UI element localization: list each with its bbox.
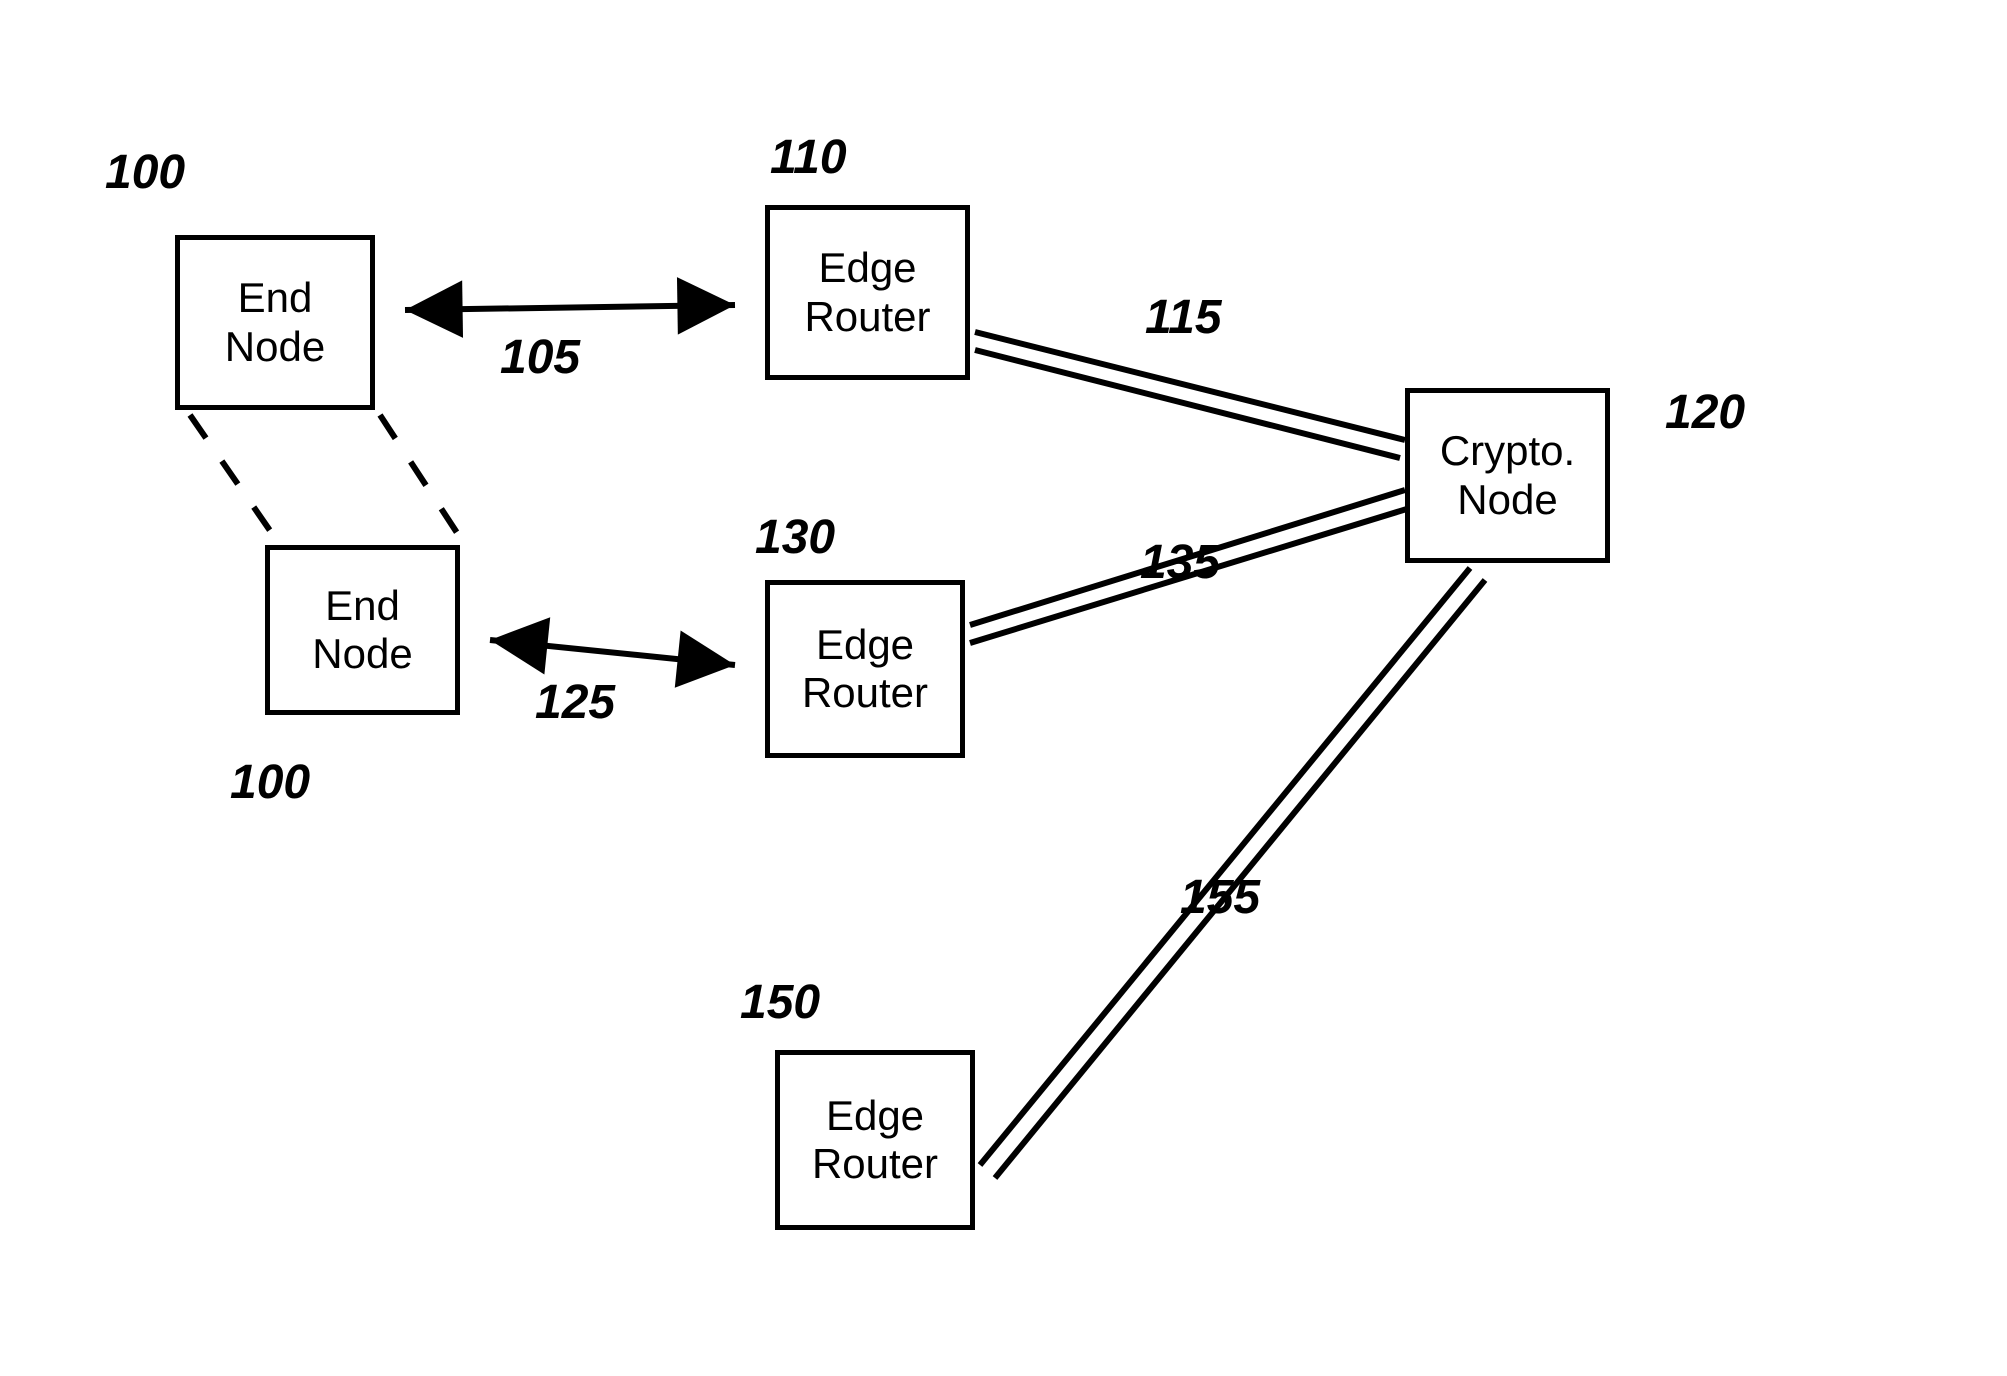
edge-router-3: EdgeRouter <box>775 1050 975 1230</box>
ref-105: 105 <box>500 330 580 385</box>
dashed-link-endnodes-2 <box>380 415 465 545</box>
end-node-1: EndNode <box>175 235 375 410</box>
ref-150: 150 <box>740 975 820 1030</box>
link-115 <box>975 332 1405 458</box>
ref-100b: 100 <box>230 755 310 810</box>
ref-120: 120 <box>1665 385 1745 440</box>
ref-115: 115 <box>1145 290 1222 345</box>
link-125 <box>490 640 735 665</box>
end-node-2-label: EndNode <box>312 582 412 679</box>
end-node-2: EndNode <box>265 545 460 715</box>
link-105 <box>405 305 735 310</box>
dashed-link-endnodes <box>190 415 280 545</box>
crypto-node: Crypto.Node <box>1405 388 1610 563</box>
ref-130: 130 <box>755 510 835 565</box>
edge-router-2: EdgeRouter <box>765 580 965 758</box>
ref-135: 135 <box>1140 535 1220 590</box>
crypto-node-label: Crypto.Node <box>1440 427 1575 524</box>
ref-125: 125 <box>535 675 615 730</box>
end-node-1-label: EndNode <box>225 274 325 371</box>
ref-100a: 100 <box>105 145 185 200</box>
edge-router-2-label: EdgeRouter <box>802 621 928 718</box>
diagram-canvas: EndNode EndNode EdgeRouter EdgeRouter Ed… <box>0 0 2007 1376</box>
ref-155: 155 <box>1180 870 1260 925</box>
edge-router-1: EdgeRouter <box>765 205 970 380</box>
ref-110: 110 <box>770 130 847 185</box>
edge-router-3-label: EdgeRouter <box>812 1092 938 1189</box>
edge-router-1-label: EdgeRouter <box>804 244 930 341</box>
